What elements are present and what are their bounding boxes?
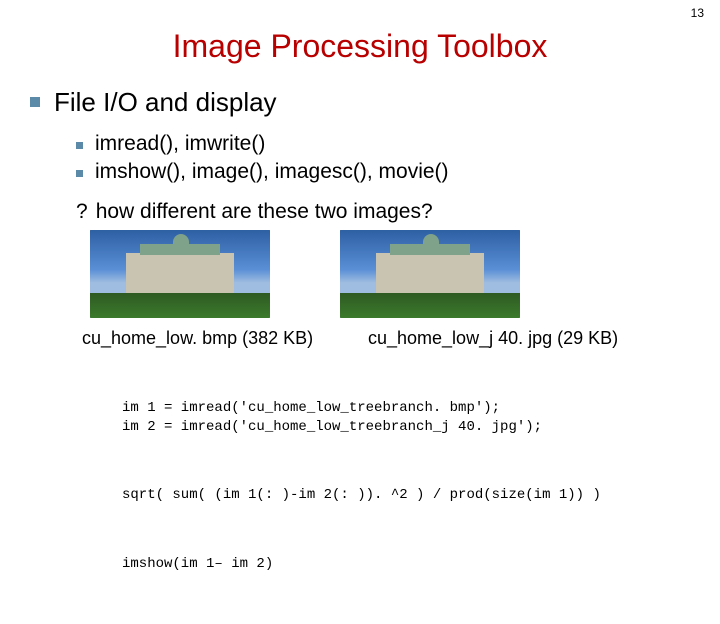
slide: 13 Image Processing Toolbox File I/O and… [0,0,720,540]
image-placeholder [340,230,520,318]
image-row [90,230,690,318]
question-text: how different are these two images? [96,200,433,224]
slide-title: Image Processing Toolbox [30,28,690,65]
image-caption: cu_home_low. bmp (382 KB) [82,328,368,349]
square-bullet-icon [76,170,83,177]
square-bullet-icon [30,97,40,107]
building-shape [126,253,234,294]
list-item: imshow(), image(), imagesc(), movie() [76,160,690,184]
dome-shape [173,234,189,250]
building-shape [376,253,484,294]
list-item: imread(), imwrite() [76,132,690,156]
image-placeholder [90,230,270,318]
heading-row: File I/O and display [30,87,690,118]
dome-shape [423,234,439,250]
sub-list: imread(), imwrite() imshow(), image(), i… [76,132,690,184]
code-block: im 1 = imread('cu_home_low_treebranch. b… [122,361,690,624]
list-item-text: imread(), imwrite() [95,132,265,156]
code-line: im 1 = imread('cu_home_low_treebranch. b… [122,399,690,437]
list-item-text: imshow(), image(), imagesc(), movie() [95,160,449,184]
question-mark: ? [76,200,88,224]
code-line: sqrt( sum( (im 1(: )-im 2(: )). ^2 ) / p… [122,486,690,505]
grass-shape [90,293,270,318]
code-line: imshow(im 1– im 2) [122,555,690,574]
question-row: ? how different are these two images? [76,200,690,224]
caption-row: cu_home_low. bmp (382 KB) cu_home_low_j … [82,328,690,349]
grass-shape [340,293,520,318]
heading-text: File I/O and display [54,87,277,118]
page-number: 13 [691,6,704,20]
image-caption: cu_home_low_j 40. jpg (29 KB) [368,328,618,349]
square-bullet-icon [76,142,83,149]
